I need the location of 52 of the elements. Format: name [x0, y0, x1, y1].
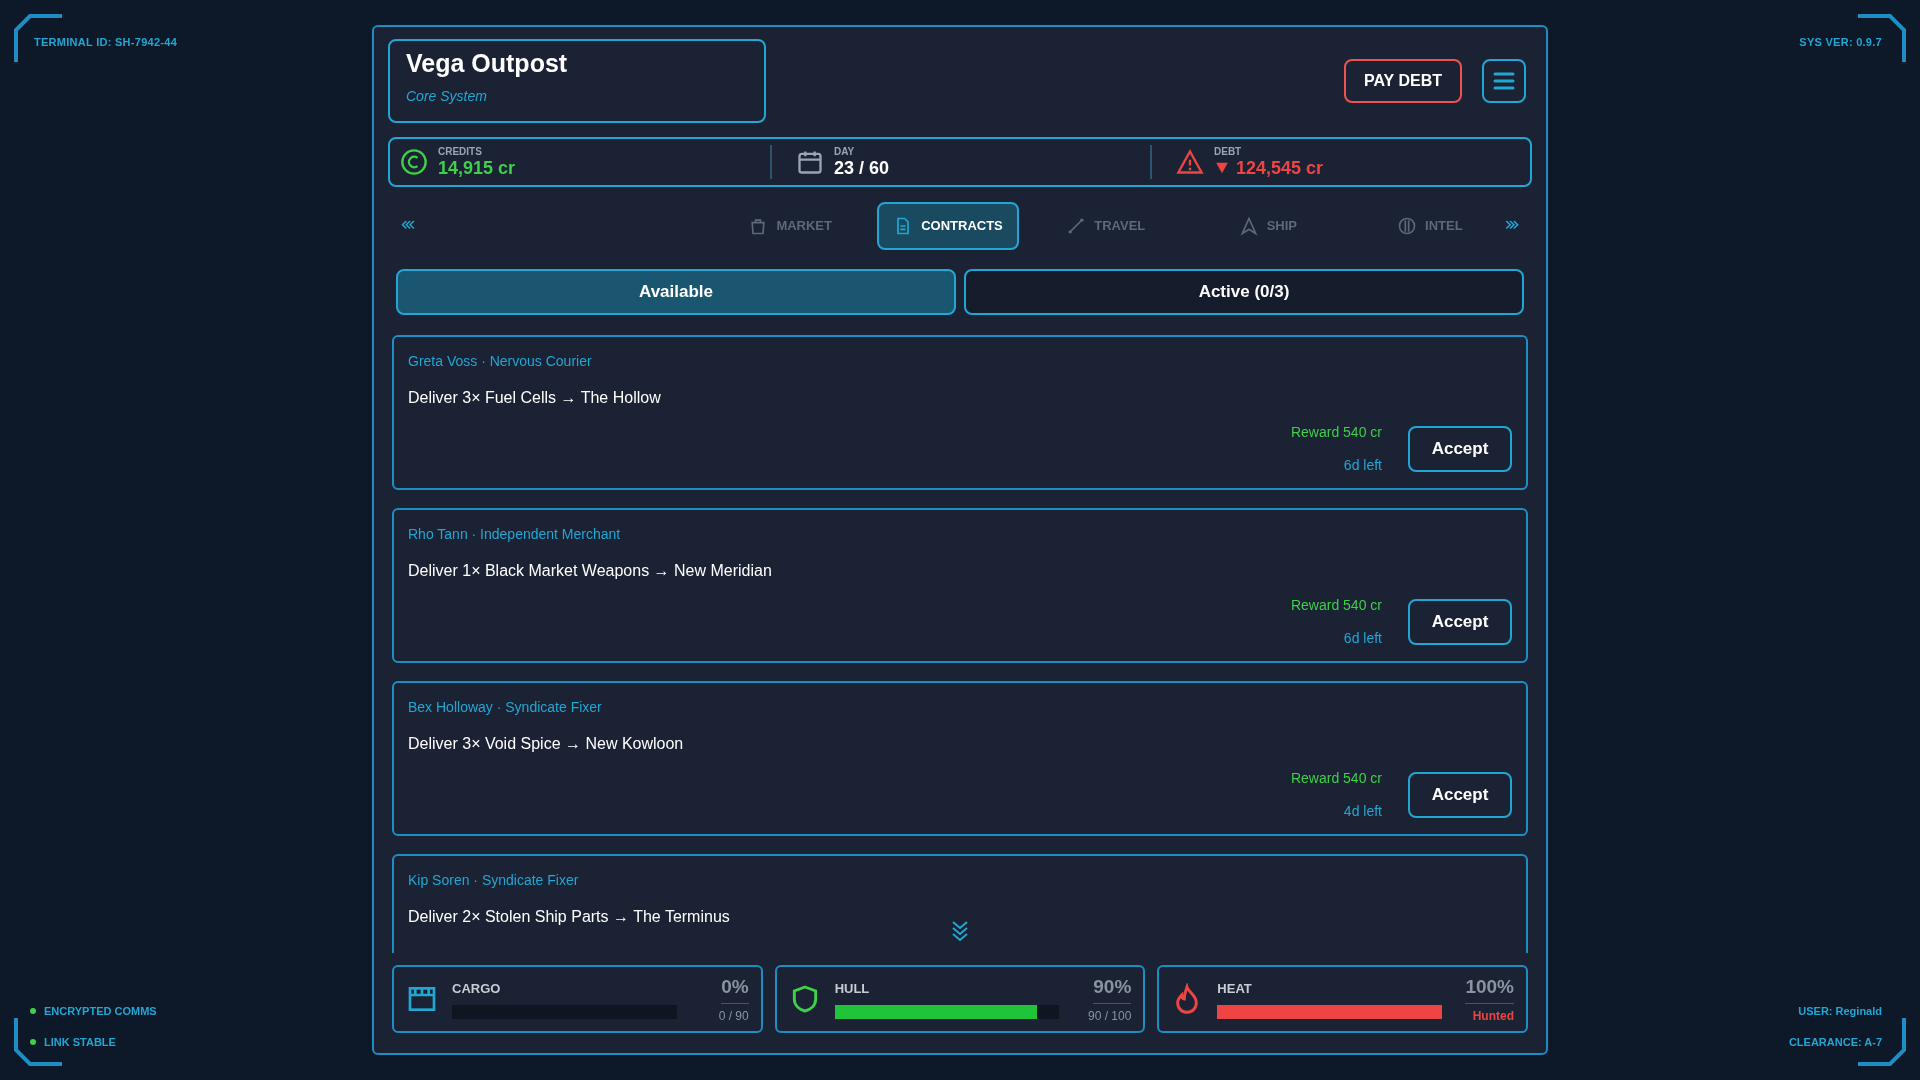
gauge-percent: 100% — [1465, 972, 1514, 1005]
scroll-down-icon — [950, 919, 970, 943]
stat-value: 14,915 cr — [438, 159, 516, 177]
contract-client: Rho Tann · Independent Merchant — [408, 525, 622, 544]
gauge-detail: 90 / 100 — [1087, 1008, 1132, 1026]
ship-icon — [1238, 216, 1259, 236]
contract-task: Deliver 2× Stolen Ship Parts → The Terminus — [408, 907, 731, 927]
contract-client: Bex Holloway · Syndicate Fixer — [408, 698, 603, 717]
location-name: Vega Outpost — [406, 51, 569, 76]
user-name: USER: Reginald — [1798, 1004, 1882, 1019]
contract-task: Deliver 1× Black Market Weapons → New Meridian — [408, 561, 773, 581]
status-label: ENCRYPTED COMMS — [44, 1004, 157, 1019]
contract-task: Deliver 3× Void Spice → New Kowloon — [408, 734, 685, 754]
coin-icon — [400, 148, 428, 176]
gauge-percent: 0% — [721, 972, 749, 1005]
time-left: 6d left — [1343, 629, 1382, 648]
subtab[interactable]: Active (0/3) — [964, 269, 1524, 315]
nav-tab[interactable]: CONTRACTS — [877, 202, 1019, 250]
gauge-percent: 90% — [1093, 972, 1132, 1005]
contract-reward: Reward 540 cr — [1290, 423, 1382, 442]
system-version: SYS VER: 0.9.7 — [1799, 35, 1882, 50]
terminal-id: TERMINAL ID: SH-7942-44 — [34, 35, 178, 50]
accept-button[interactable]: Accept — [1408, 772, 1512, 818]
gauge-detail: Hunted — [1472, 1008, 1514, 1026]
subtab[interactable]: Available — [396, 269, 956, 315]
corner-bracket — [1856, 14, 1906, 64]
gauge-label: HULL — [834, 980, 871, 999]
stat-label: DAY — [834, 147, 856, 157]
pay-debt-button[interactable]: PAY DEBT — [1344, 59, 1462, 103]
stat-label: CREDITS — [438, 147, 483, 157]
warning-icon — [1176, 148, 1204, 176]
contract-reward: Reward 540 cr — [1290, 596, 1382, 615]
contract-reward: Reward 540 cr — [1290, 769, 1382, 788]
system-name: Core System — [406, 87, 488, 106]
globe-icon — [1397, 216, 1417, 236]
clearance-level: CLEARANCE: A-7 — [1788, 1034, 1882, 1050]
accept-button[interactable]: Accept — [1408, 599, 1512, 645]
contract-client: Kip Soren · Syndicate Fixer — [408, 871, 580, 890]
stat-label: DEBT — [1214, 147, 1243, 157]
status-label: LINK STABLE — [44, 1034, 116, 1050]
gauge-detail: 0 / 90 — [718, 1008, 749, 1026]
gauge-label: HEAT — [1217, 980, 1253, 999]
contract-task: Deliver 3× Fuel Cells → The Hollow — [408, 388, 662, 408]
gauge-label: CARGO — [452, 980, 502, 999]
stat-value: 23 / 60 — [834, 159, 890, 177]
time-left: 4d left — [1343, 802, 1382, 821]
time-left: 6d left — [1343, 456, 1382, 475]
down-triangle-icon — [1214, 161, 1230, 175]
stat-value: 124,545 cr — [1236, 159, 1324, 177]
menu-button[interactable] — [1482, 59, 1526, 103]
accept-button[interactable]: Accept — [1408, 426, 1512, 472]
contract-client: Greta Voss · Nervous Courier — [408, 352, 593, 371]
